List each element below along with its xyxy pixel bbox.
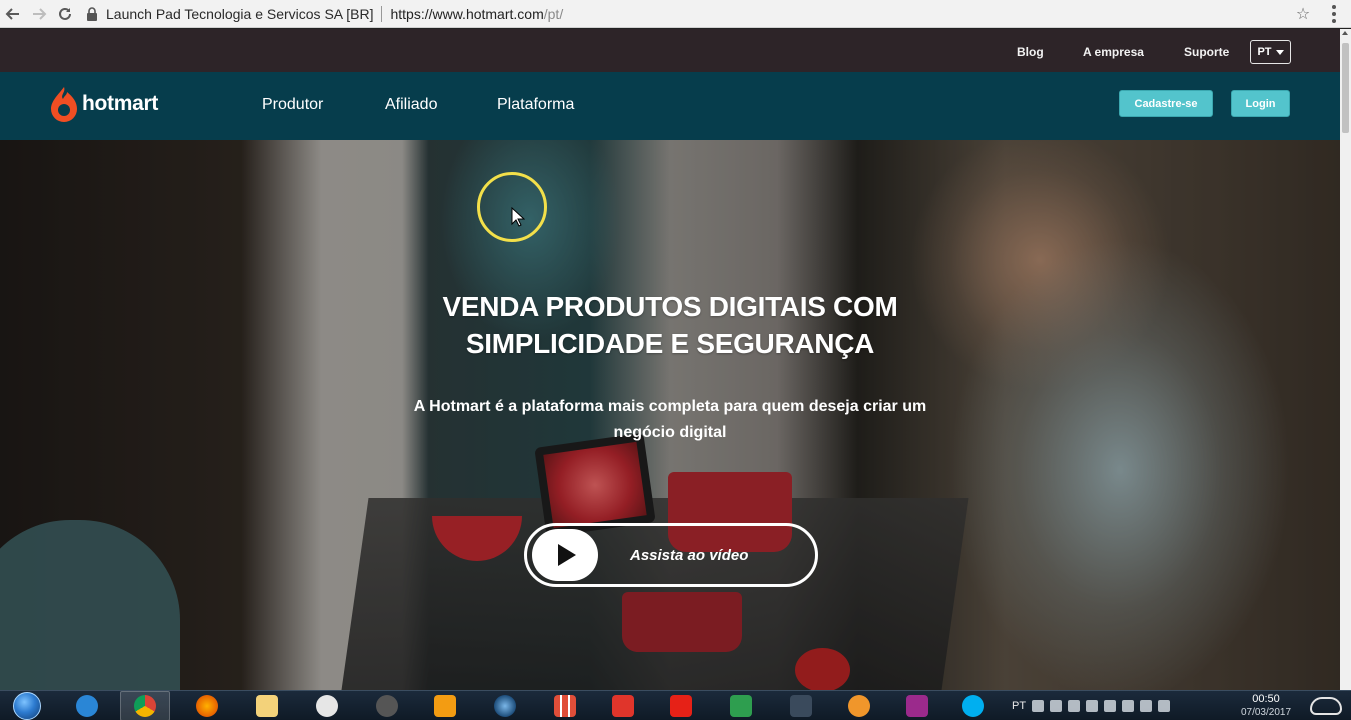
play-icon (532, 529, 598, 581)
youtube-icon (670, 695, 692, 717)
firefox-icon (196, 695, 218, 717)
hero-subtitle: A Hotmart é a plataforma mais completa p… (413, 398, 927, 441)
hero-section: VENDA PRODUTOS DIGITAIS COM SIMPLICIDADE… (0, 140, 1340, 690)
internet-explorer-icon (76, 695, 98, 717)
spreadsheet-icon (730, 695, 752, 717)
taskbar-internet-explorer[interactable] (62, 691, 112, 720)
system-tray: PT (1012, 691, 1171, 720)
windows-taskbar: PT 00:50 07/03/2017 (0, 690, 1351, 720)
folder-icon (256, 695, 278, 717)
caret-down-icon (1275, 49, 1284, 55)
shield-icon[interactable] (1104, 700, 1117, 712)
page-scrollbar[interactable] (1340, 29, 1351, 690)
chrome-icon (134, 695, 156, 717)
nav-link-afiliado[interactable]: Afiliado (385, 96, 437, 114)
topbar-link-blog[interactable]: Blog (1017, 45, 1044, 59)
watch-video-label: Assista ao vídeo (630, 546, 749, 564)
topbar-link-a-empresa[interactable]: A empresa (1083, 45, 1144, 59)
taskbar-recorder[interactable] (480, 691, 530, 720)
helm-icon (848, 695, 870, 717)
network-app-icon[interactable] (1086, 700, 1099, 712)
scroll-up-arrow-icon[interactable] (1342, 31, 1348, 35)
windows-logo-icon (13, 692, 41, 720)
scroll-thumb[interactable] (1342, 43, 1349, 133)
hero-title: VENDA PRODUTOS DIGITAIS COM SIMPLICIDADE… (442, 291, 898, 359)
app-grid-icon (554, 695, 576, 717)
star-icon[interactable]: ☆ (1289, 4, 1317, 24)
site-topbar: Blog A empresa Suporte PT (0, 29, 1340, 72)
taskbar-spreadsheet[interactable] (716, 691, 766, 720)
lock-icon (84, 6, 100, 22)
nav-link-produtor[interactable]: Produtor (262, 96, 323, 114)
taskbar-youtube-mp3[interactable] (656, 691, 706, 720)
taskbar-app-grid[interactable] (540, 691, 590, 720)
url-separator (381, 5, 383, 22)
url-host: https://www.hotmart.com (390, 5, 544, 22)
url-path: /pt/ (543, 5, 564, 22)
topbar-link-suporte[interactable]: Suporte (1184, 45, 1229, 59)
taskbar-clock[interactable]: 00:50 07/03/2017 (1230, 693, 1302, 719)
window-app-icon (790, 695, 812, 717)
nav-link-plataforma[interactable]: Plataforma (497, 96, 574, 114)
start-button[interactable] (2, 691, 52, 720)
taskbar-downloader[interactable] (598, 691, 648, 720)
main-navigation: hotmart Produtor Afiliado Plataforma Cad… (0, 72, 1340, 140)
flame-icon (51, 87, 77, 122)
address-bar[interactable]: Launch Pad Tecnologia e Servicos SA [BR]… (84, 2, 1289, 26)
taskbar-app[interactable] (362, 691, 412, 720)
menu-dots-icon[interactable] (1323, 4, 1345, 23)
taskbar-app-2[interactable] (776, 691, 826, 720)
taskbar-skype[interactable] (948, 691, 998, 720)
reload-icon[interactable] (52, 1, 78, 27)
signup-button[interactable]: Cadastre-se (1119, 90, 1213, 117)
paint-palette-icon (316, 695, 338, 717)
taskbar-media-player[interactable] (420, 691, 470, 720)
login-button[interactable]: Login (1231, 90, 1290, 117)
forward-arrow-icon[interactable] (26, 1, 52, 27)
hotmart-logo[interactable]: hotmart (50, 86, 158, 122)
gear-app-icon (376, 695, 398, 717)
watch-video-button[interactable]: Assista ao vídeo (524, 523, 818, 587)
security-label: Launch Pad Tecnologia e Servicos SA [BR] (106, 5, 374, 22)
back-arrow-icon[interactable] (0, 1, 26, 27)
flag-icon[interactable] (1050, 700, 1063, 712)
browser-toolbar: Launch Pad Tecnologia e Servicos SA [BR]… (0, 0, 1351, 28)
clock-time: 00:50 (1252, 693, 1280, 705)
taskbar-app-3[interactable] (834, 691, 884, 720)
skype-icon (962, 695, 984, 717)
logo-text: hotmart (82, 92, 159, 115)
taskbar-paint[interactable] (302, 691, 352, 720)
tray-language[interactable]: PT (1012, 700, 1026, 712)
taskbar-file-explorer[interactable] (242, 691, 292, 720)
clock-date: 07/03/2017 (1240, 707, 1292, 718)
recorder-icon (494, 695, 516, 717)
download-arrow-icon (612, 695, 634, 717)
keyboard-icon[interactable] (1032, 700, 1045, 712)
taskbar-app-4[interactable] (892, 691, 942, 720)
volume-icon[interactable] (1158, 700, 1171, 712)
signal-icon[interactable] (1140, 700, 1153, 712)
taskbar-chrome[interactable] (120, 691, 170, 720)
taskbar-firefox[interactable] (182, 691, 232, 720)
dropbox-icon[interactable] (1068, 700, 1081, 712)
language-label: PT (1257, 46, 1272, 58)
mouse-pointer-icon (511, 207, 525, 227)
battery-icon[interactable] (1122, 700, 1135, 712)
cloud-icon[interactable] (1310, 697, 1342, 715)
video-editor-icon (906, 695, 928, 717)
language-select[interactable]: PT (1250, 40, 1291, 64)
media-player-icon (434, 695, 456, 717)
